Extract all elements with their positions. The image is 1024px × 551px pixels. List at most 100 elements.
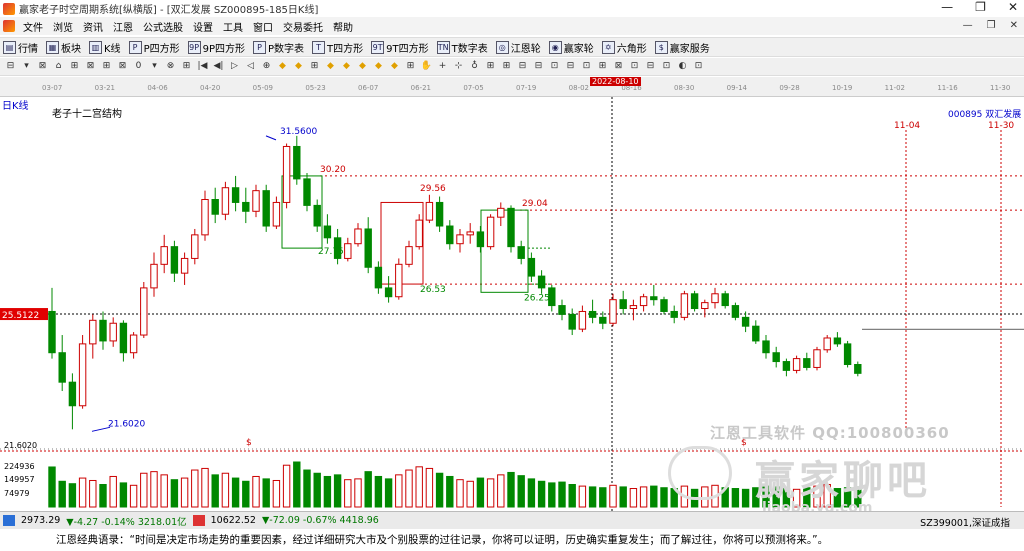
tool-button-18[interactable]: ◆ [292, 60, 305, 73]
volume-bar [170, 479, 179, 508]
menu-file[interactable]: 文件 [18, 19, 48, 34]
close-button[interactable]: ✕ [1008, 0, 1018, 14]
date-tick: 03-07 [42, 84, 63, 92]
tool-button-5[interactable]: ⊠ [84, 60, 97, 73]
tool-button-19[interactable]: ⊞ [308, 60, 321, 73]
toolbar-item-0[interactable]: ▤ 行情 [0, 40, 43, 55]
menu-info[interactable]: 资讯 [78, 19, 108, 34]
tool-button-20[interactable]: ◆ [324, 60, 337, 73]
tool-button-3[interactable]: ⌂ [52, 60, 65, 73]
tool-button-10[interactable]: ⊗ [164, 60, 177, 73]
menu-formula[interactable]: 公式选股 [138, 19, 188, 34]
tool-button-7[interactable]: ⊠ [116, 60, 129, 73]
index-icon[interactable] [3, 515, 15, 526]
candle-body [303, 178, 311, 206]
minimize-button[interactable]: — [941, 0, 953, 14]
index2-change: ▼-72.09 -0.67% 4418.96 [261, 515, 379, 526]
volume-bar [415, 466, 423, 508]
toolbar-icon: ▥ [89, 40, 102, 54]
toolbar-item-5[interactable]: P P数字表 [250, 40, 309, 55]
menu-settings[interactable]: 设置 [188, 19, 218, 34]
tool-button-38[interactable]: ⊠ [612, 60, 625, 73]
volume-bar [313, 472, 321, 508]
candle-body [650, 296, 658, 301]
tool-button-35[interactable]: ⊟ [564, 60, 577, 73]
toolbar-item-2[interactable]: ▥ K线 [86, 40, 126, 55]
tool-button-39[interactable]: ⊡ [628, 60, 641, 73]
menu-help[interactable]: 帮助 [328, 19, 358, 34]
tool-button-22[interactable]: ◆ [356, 60, 369, 73]
toolbar-item-9[interactable]: ◎ 江恩轮 [493, 40, 546, 55]
tool-button-31[interactable]: ⊞ [500, 60, 513, 73]
toolbar-item-7[interactable]: 9T 9T四方形 [368, 40, 433, 55]
doc-close-button[interactable]: ✕ [1010, 20, 1018, 31]
tool-button-4[interactable]: ⊞ [68, 60, 81, 73]
volume-bar [333, 474, 342, 508]
toolbar-item-3[interactable]: P P四方形 [126, 40, 185, 55]
tool-button-37[interactable]: ⊞ [596, 60, 609, 73]
tool-button-43[interactable]: ⊡ [692, 60, 705, 73]
toolbar-item-11[interactable]: ✡ 六角形 [599, 40, 652, 55]
tool-button-16[interactable]: ⊕ [260, 60, 273, 73]
date-ruler[interactable]: 03-07 03-21 04-06 04-20 05-09 05-23 06-07 06-21… [0, 77, 1024, 97]
toolbar-item-1[interactable]: ▦ 板块 [43, 40, 86, 55]
menu-gann[interactable]: 江恩 [108, 19, 138, 34]
tool-button-14[interactable]: ▷ [228, 60, 241, 73]
tool-button-11[interactable]: ⊞ [180, 60, 193, 73]
tool-button-0[interactable]: ⊟ [4, 60, 17, 73]
maximize-button[interactable]: ❐ [975, 0, 986, 14]
toolbar-icon: ◉ [548, 40, 562, 54]
candle-body [272, 201, 281, 227]
menu-trade[interactable]: 交易委托 [278, 19, 328, 34]
toolbar-item-8[interactable]: TN T数字表 [434, 40, 493, 55]
tool-button-32[interactable]: ⊟ [516, 60, 529, 73]
tool-button-27[interactable]: + [436, 60, 449, 73]
tool-button-12[interactable]: |◀ [196, 60, 209, 73]
tool-button-1[interactable]: ▾ [20, 60, 33, 73]
tool-button-24[interactable]: ◆ [388, 60, 401, 73]
toolbar-item-4[interactable]: 9P 9P四方形 [185, 40, 250, 55]
menu-browse[interactable]: 浏览 [48, 19, 78, 34]
toolbar-label: 六角形 [616, 43, 647, 55]
tool-button-36[interactable]: ⊡ [580, 60, 593, 73]
candle-body [354, 228, 362, 245]
doc-minimize-button[interactable]: — [963, 20, 973, 31]
toolbar-item-10[interactable]: ◉ 赢家轮 [546, 40, 599, 55]
tool-button-2[interactable]: ⊠ [36, 60, 49, 73]
tool-button-28[interactable]: ⊹ [452, 60, 465, 73]
tool-button-17[interactable]: ◆ [276, 60, 289, 73]
date-tick: 08-02 [568, 84, 589, 92]
tool-button-9[interactable]: ▾ [148, 60, 161, 73]
index2-icon[interactable] [192, 515, 205, 526]
tool-button-30[interactable]: ⊞ [484, 60, 497, 73]
tool-button-40[interactable]: ⊟ [644, 60, 657, 73]
volume-bar [425, 467, 434, 508]
tool-button-41[interactable]: ⊡ [660, 60, 673, 73]
tool-button-15[interactable]: ◁ [244, 60, 257, 73]
tool-button-6[interactable]: ⊞ [100, 60, 113, 73]
tool-button-29[interactable]: ♁ [468, 60, 481, 73]
toolbar-icon: ▦ [46, 40, 59, 54]
toolbar-item-6[interactable]: T T四方形 [309, 40, 368, 55]
candle-body [170, 246, 179, 274]
menu-tools[interactable]: 工具 [218, 19, 248, 34]
toolbar-label: K线 [104, 43, 121, 55]
tool-button-34[interactable]: ⊡ [548, 60, 561, 73]
candle-body [231, 187, 240, 203]
tool-button-42[interactable]: ◐ [676, 60, 689, 73]
tool-button-33[interactable]: ⊟ [532, 60, 545, 73]
tool-button-23[interactable]: ◆ [372, 60, 385, 73]
tool-button-21[interactable]: ◆ [340, 60, 353, 73]
candle-body [109, 322, 117, 342]
volume-bar [160, 474, 168, 508]
tool-button-26[interactable]: ✋ [420, 60, 433, 73]
tool-button-13[interactable]: ◀| [212, 60, 225, 73]
tool-button-8[interactable]: 0 [132, 60, 145, 73]
tool-button-25[interactable]: ⊞ [404, 60, 417, 73]
volume-bar [374, 475, 383, 508]
toolbar-item-12[interactable]: $ 赢家服务 [652, 40, 715, 55]
doc-restore-button[interactable]: ❐ [987, 20, 996, 31]
menu-window[interactable]: 窗口 [248, 19, 278, 34]
volume-bar [150, 471, 158, 508]
candle-body [813, 349, 821, 368]
